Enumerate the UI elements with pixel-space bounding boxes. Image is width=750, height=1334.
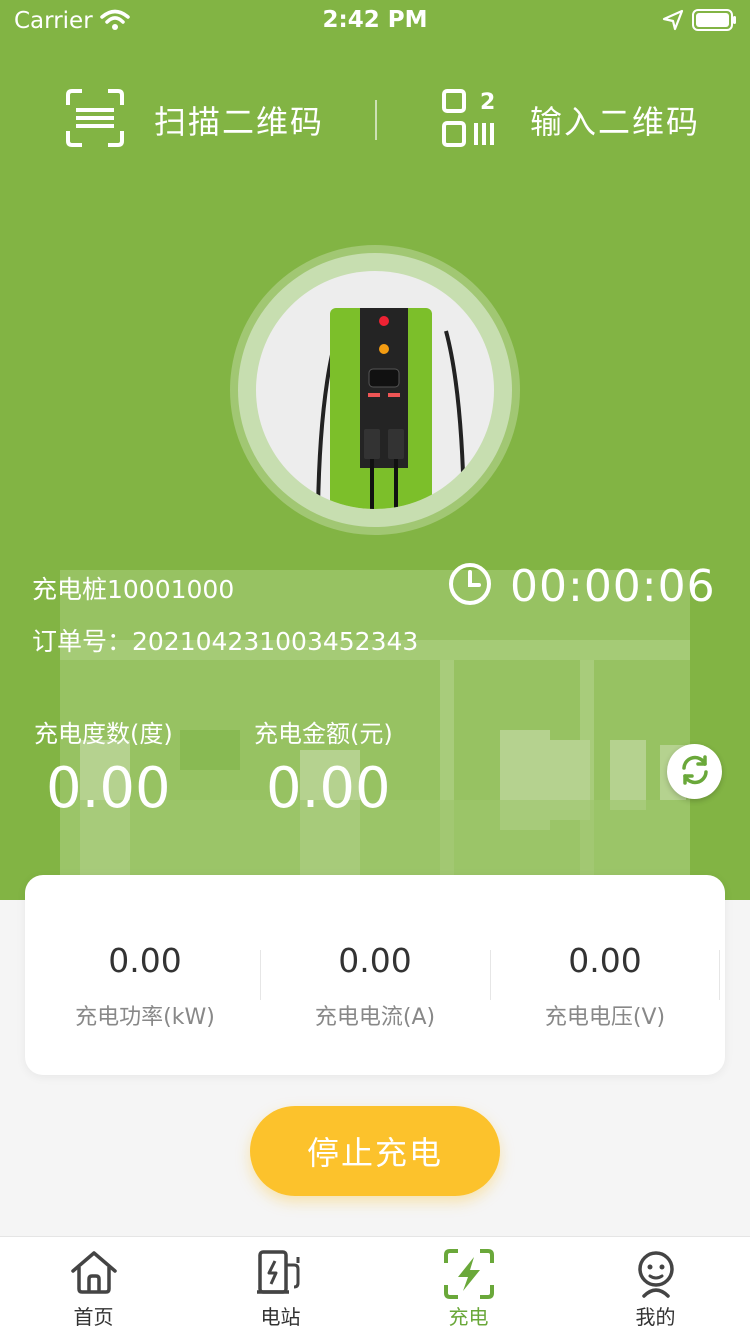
scan-qr-button[interactable]: 扫描二维码 [66, 88, 324, 152]
qr-actions: 扫描二维码 2 输入二维码 [0, 88, 750, 152]
battery-icon [692, 9, 738, 35]
status-bar: Carrier 2:42 PM [0, 0, 750, 40]
tab-home-label: 首页 [73, 1305, 114, 1329]
profile-icon [562, 1249, 749, 1299]
home-icon [0, 1249, 187, 1299]
actions-divider [375, 100, 377, 140]
enter-qr-label: 输入二维码 [530, 103, 701, 141]
charging-hero: Carrier 2:42 PM 扫描二维码 2 输入二维码 充电桩1000100… [0, 0, 750, 900]
charger-pile-id: 充电桩10001000 [32, 575, 235, 604]
tab-charge-label: 充电 [448, 1305, 489, 1329]
voltage-label: 充电电压(V) [544, 1005, 666, 1030]
order-number: 订单号：202104231003452343 [32, 627, 419, 656]
metric-divider [719, 950, 720, 1000]
voltage-value: 0.00 [568, 941, 642, 980]
tab-station-label: 电站 [260, 1305, 301, 1329]
qr-code-icon: 2 [442, 89, 500, 151]
station-icon [187, 1249, 374, 1299]
voltage-metric: 0.00 充电电压(V) [490, 875, 720, 1075]
stop-charging-button[interactable]: 停止充电 [250, 1106, 500, 1196]
current-label: 充电电流(A) [314, 1005, 436, 1030]
location-arrow-icon [662, 9, 684, 35]
clock-icon [448, 562, 492, 610]
tab-profile[interactable]: 我的 [562, 1237, 749, 1334]
tab-home[interactable]: 首页 [0, 1237, 187, 1334]
charger-image-ring [230, 245, 520, 535]
tab-bar: 首页 电站 充电 我的 [0, 1236, 750, 1334]
current-metric: 0.00 充电电流(A) [260, 875, 490, 1075]
charger-image [256, 271, 494, 509]
current-value: 0.00 [338, 941, 412, 980]
power-label: 充电功率(kW) [75, 1005, 215, 1030]
amount-value: 0.00 [266, 756, 391, 821]
scan-qr-label: 扫描二维码 [154, 103, 325, 141]
refresh-button[interactable] [667, 744, 722, 799]
svg-text:2: 2 [480, 90, 495, 115]
tab-charge[interactable]: 充电 [375, 1237, 562, 1334]
clock-label: 2:42 PM [322, 7, 428, 33]
tab-profile-label: 我的 [635, 1305, 676, 1329]
charging-timer: 00:00:06 [448, 560, 716, 612]
tab-station[interactable]: 电站 [187, 1237, 374, 1334]
power-metric: 0.00 充电功率(kW) [30, 875, 260, 1075]
metrics-card: 0.00 充电功率(kW) 0.00 充电电流(A) 0.00 充电电压(V) [25, 875, 725, 1075]
timer-value: 00:00:06 [510, 560, 716, 612]
scan-icon [66, 89, 124, 151]
enter-qr-button[interactable]: 2 输入二维码 [442, 88, 700, 152]
charge-icon [375, 1249, 562, 1299]
power-value: 0.00 [108, 941, 182, 980]
refresh-icon [678, 753, 712, 791]
amount-label: 充电金额(元) [254, 720, 393, 748]
energy-label: 充电度数(度) [34, 720, 173, 748]
energy-value: 0.00 [46, 756, 171, 821]
